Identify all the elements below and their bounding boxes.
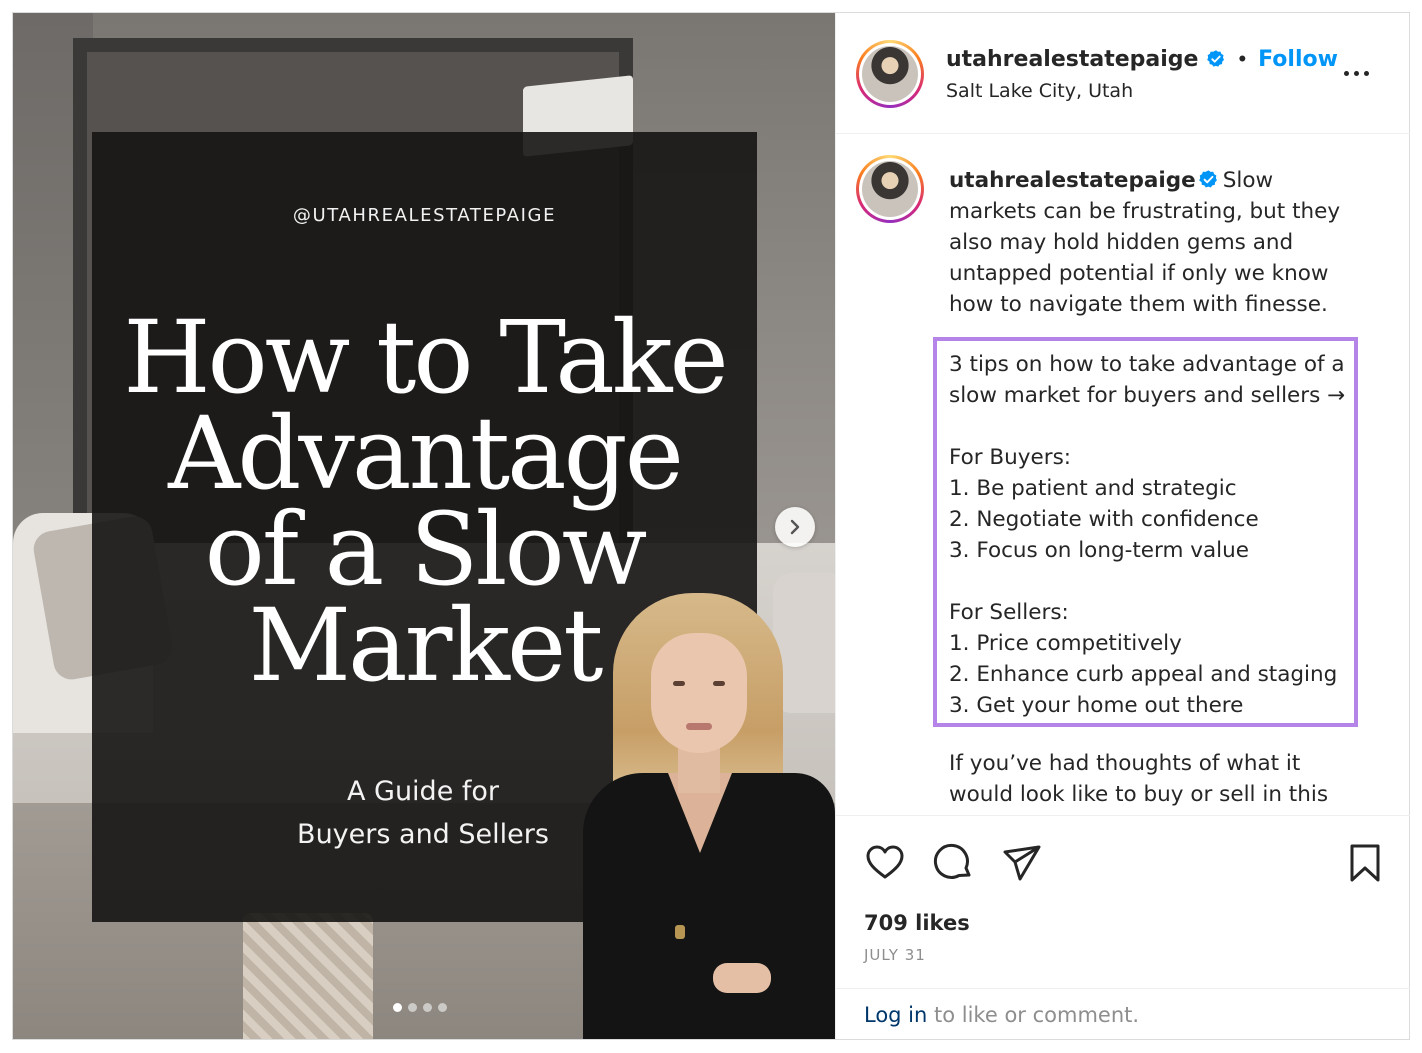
headline-line: How to Take (123, 299, 728, 416)
post-date: JULY 31 (864, 946, 926, 964)
caption-line: For Buyers: (949, 445, 1072, 470)
media-handle: @UTAHREALESTATEPAIGE (292, 205, 557, 226)
header-username[interactable]: utahrealestatepaige (946, 47, 1198, 72)
headline-line: Advantage (168, 395, 684, 512)
caption-tips: 3 tips on how to take advantage of a slo… (949, 349, 1354, 721)
caption-line: 1. Be patient and strategic (949, 476, 1237, 501)
caption-continuation: If you’ve had thoughts of what it would … (949, 751, 1329, 807)
blazer-button (675, 925, 685, 939)
caption-line: 3 tips on how to take advantage of a (949, 352, 1345, 377)
post-location[interactable]: Salt Lake City, Utah (946, 80, 1133, 102)
agent-face (651, 633, 747, 753)
login-rest: to like or comment. (927, 1003, 1140, 1027)
login-text: Log in to like or comment. (864, 1003, 1139, 1027)
comment-icon[interactable] (933, 842, 975, 884)
agent-eye (713, 681, 725, 686)
login-prompt: Log in to like or comment. (836, 988, 1410, 1039)
carousel-dot (438, 1003, 447, 1012)
caption-avatar[interactable] (856, 155, 924, 223)
caption-line: 2. Enhance curb appeal and staging (949, 662, 1338, 687)
caption-area: utahrealestatepaige Slow markets can be f… (836, 135, 1410, 815)
instagram-post-frame: @UTAHREALESTATEPAIGE How to Take Advanta… (12, 12, 1410, 1040)
chevron-right-icon (790, 519, 800, 535)
caption-intro: utahrealestatepaige Slow markets can be f… (949, 165, 1359, 320)
caption-line: slow market for buyers and sellers → (949, 383, 1346, 408)
likes-count[interactable]: 709 likes (864, 911, 970, 935)
media-subtitle: A Guide for Buyers and Sellers (243, 770, 603, 856)
header-separator: • (1238, 46, 1247, 71)
background-basket (243, 913, 373, 1039)
login-link[interactable]: Log in (864, 1003, 927, 1027)
caption-line: 3. Get your home out there (949, 693, 1244, 718)
action-bar (836, 815, 1410, 905)
carousel-next-button[interactable] (775, 507, 815, 547)
subtitle-line: A Guide for (346, 776, 500, 807)
post-header: utahrealestatepaige • Follow Salt Lake C… (836, 13, 1410, 134)
agent-eye (673, 681, 685, 686)
post-media[interactable]: @UTAHREALESTATEPAIGE How to Take Advanta… (13, 13, 835, 1039)
headline-line: of a Slow (204, 491, 648, 608)
carousel-indicator (393, 1003, 447, 1012)
caption-username[interactable]: utahrealestatepaige (949, 168, 1196, 193)
post-side-panel: utahrealestatepaige • Follow Salt Lake C… (835, 13, 1410, 1039)
caption-line (949, 566, 1354, 597)
more-options-icon[interactable] (1336, 61, 1376, 85)
carousel-dot (408, 1003, 417, 1012)
header-user-row: utahrealestatepaige • Follow (946, 46, 1338, 72)
bookmark-icon[interactable] (1344, 842, 1386, 884)
avatar[interactable] (856, 40, 924, 108)
agent-hand (713, 963, 771, 993)
avatar-image (862, 161, 918, 217)
share-icon[interactable] (1001, 842, 1043, 884)
caption-line: 2. Negotiate with confidence (949, 507, 1259, 532)
carousel-dot (393, 1003, 402, 1012)
avatar-image (862, 46, 918, 102)
heart-icon[interactable] (864, 842, 906, 884)
caption-line: 3. Focus on long-term value (949, 538, 1249, 563)
follow-button[interactable]: Follow (1258, 47, 1338, 72)
caption-line: For Sellers: (949, 600, 1069, 625)
agent-photo (573, 593, 835, 1039)
agent-lips (686, 723, 712, 730)
caption-line (949, 411, 1354, 442)
subtitle-line: Buyers and Sellers (297, 819, 549, 850)
verified-badge-icon (1207, 50, 1225, 67)
verified-badge-icon (1198, 170, 1217, 188)
carousel-dot (423, 1003, 432, 1012)
caption-line: 1. Price competitively (949, 631, 1182, 656)
